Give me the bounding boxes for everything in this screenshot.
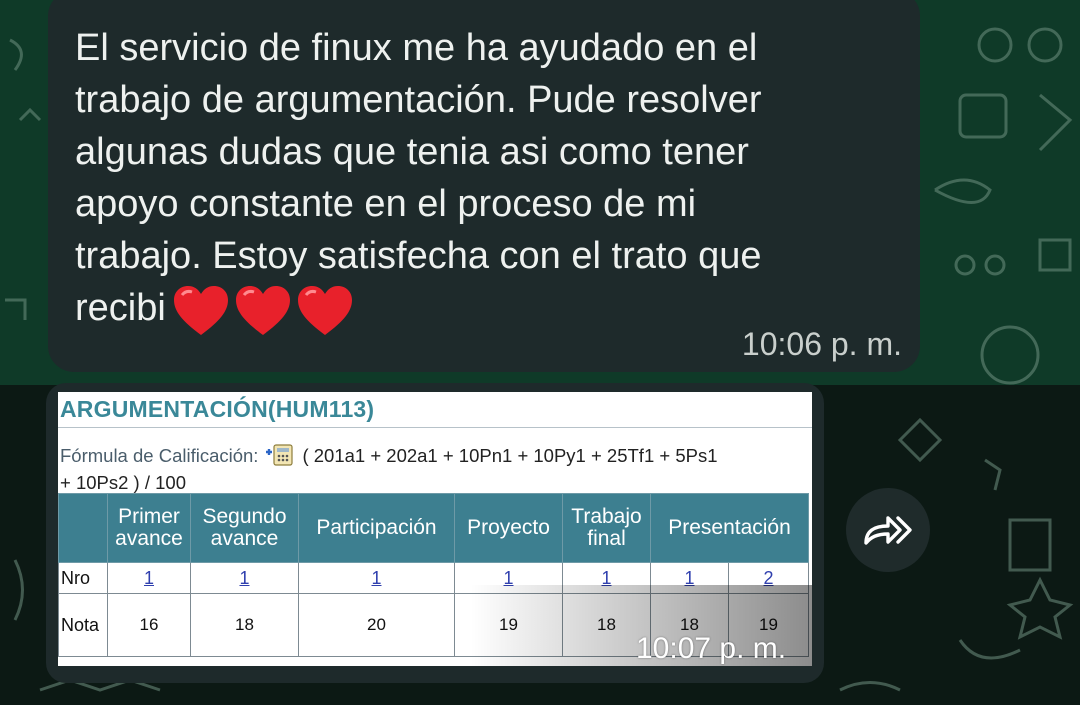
grading-formula: Fórmula de Calificación: ( 201a1 + 202a1 … — [60, 442, 810, 496]
grade-cell: 16 — [107, 593, 191, 657]
image-timestamp: 10:07 p. m. — [636, 632, 787, 665]
message-text: El servicio de finux me ha ayudado en el… — [75, 22, 885, 337]
grade-cell: 18 — [190, 593, 299, 657]
grade-cell: 20 — [298, 593, 455, 657]
red-heart-icon — [296, 285, 354, 337]
calculator-icon — [262, 444, 296, 466]
red-heart-icon — [234, 285, 292, 337]
column-header: Participación — [298, 493, 455, 563]
table-cell: 1 — [190, 562, 299, 594]
formula-expression-cont: + 10Ps2 ) / 100 — [60, 472, 186, 493]
evaluation-link[interactable]: 1 — [144, 568, 154, 588]
message-line: trabajo de argumentación. Pude resolver — [75, 79, 762, 121]
column-header: Proyecto — [454, 493, 563, 563]
red-heart-icon — [172, 285, 230, 337]
evaluation-link[interactable]: 1 — [371, 568, 381, 588]
row-label: Nro — [58, 562, 108, 594]
message-line: algunas dudas que tenia asi como tener — [75, 131, 749, 173]
column-header: Trabajo final — [562, 493, 651, 563]
formula-expression: ( 201a1 + 202a1 + 10Pn1 + 10Py1 + 25Tf1 … — [302, 445, 718, 466]
forward-button[interactable] — [846, 488, 930, 572]
forward-arrow-icon — [864, 516, 912, 545]
row-label: Nota — [58, 593, 108, 657]
table-cell: 1 — [107, 562, 191, 594]
message-line: trabajo. Estoy satisfecha con el trato q… — [75, 235, 762, 277]
heart-emojis — [172, 283, 358, 337]
column-header: Primer avance — [107, 493, 191, 563]
formula-label: Fórmula de Calificación: — [60, 445, 259, 466]
column-header — [58, 493, 108, 563]
message-line: apoyo constante en el proceso de mi — [75, 183, 697, 225]
message-timestamp: 10:06 p. m. — [741, 326, 902, 362]
table-cell: 1 — [298, 562, 455, 594]
divider — [58, 427, 812, 428]
evaluation-link[interactable]: 1 — [239, 568, 249, 588]
message-line: El servicio de finux me ha ayudado en el — [75, 27, 758, 69]
column-header: Segundo avance — [190, 493, 299, 563]
column-header: Presentación — [649, 493, 810, 563]
course-title: ARGUMENTACIÓN(HUM113) — [60, 396, 375, 422]
message-line: recibi — [75, 287, 166, 329]
table-header-row: Primer avance Segundo avance Participaci… — [58, 493, 810, 563]
